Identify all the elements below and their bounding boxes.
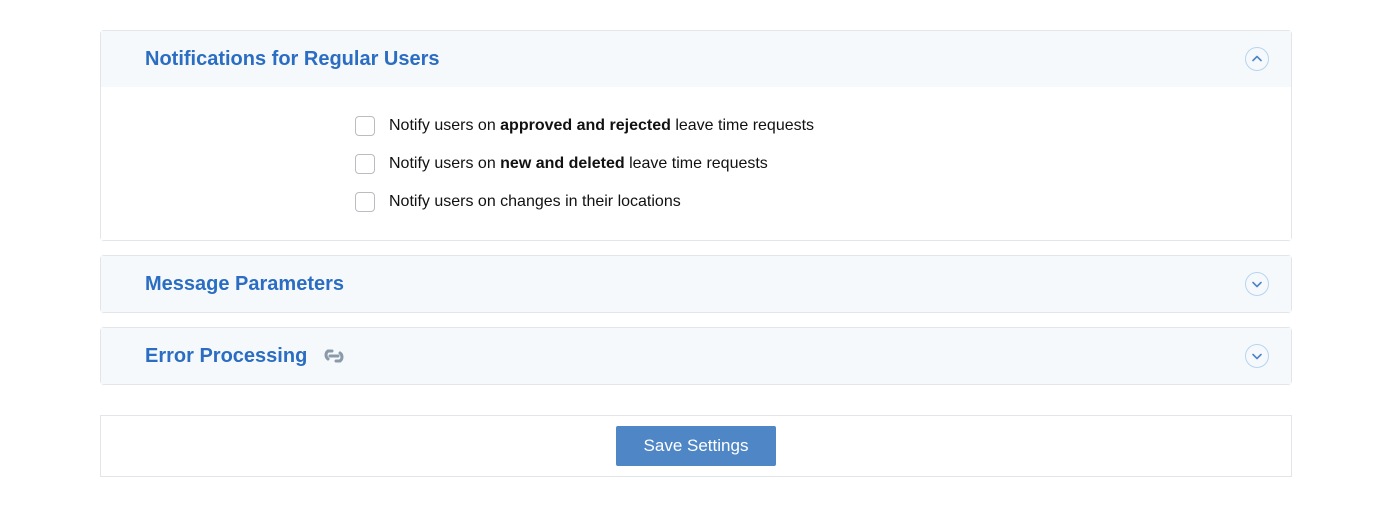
checkbox-notify-new-deleted[interactable] <box>355 154 375 174</box>
label-part-bold: new and deleted <box>500 155 624 172</box>
label-part: leave time requests <box>671 117 814 134</box>
panel-notifications: Notifications for Regular Users Notify u… <box>100 30 1292 241</box>
label-part-bold: approved and rejected <box>500 117 671 134</box>
panel-title-notifications: Notifications for Regular Users <box>145 48 440 71</box>
checkbox-notify-location-changes[interactable] <box>355 192 375 212</box>
chevron-down-icon[interactable] <box>1245 344 1269 368</box>
label-notify-location-changes: Notify users on changes in their locatio… <box>389 193 681 211</box>
notify-new-deleted-row: Notify users on new and deleted leave ti… <box>355 154 1269 174</box>
save-settings-button[interactable]: Save Settings <box>616 426 777 466</box>
panel-body-notifications: Notify users on approved and rejected le… <box>101 87 1291 240</box>
chevron-up-icon[interactable] <box>1245 47 1269 71</box>
notify-location-changes-row: Notify users on changes in their locatio… <box>355 192 1269 212</box>
notify-approved-rejected-row: Notify users on approved and rejected le… <box>355 116 1269 136</box>
panel-header-notifications[interactable]: Notifications for Regular Users <box>101 31 1291 87</box>
panel-title-error-processing: Error Processing <box>145 344 347 368</box>
panel-message-parameters: Message Parameters <box>100 255 1292 313</box>
panel-title-message-parameters: Message Parameters <box>145 273 344 296</box>
label-part: Notify users on <box>389 155 500 172</box>
label-part: leave time requests <box>625 155 768 172</box>
footer-bar: Save Settings <box>100 415 1292 477</box>
label-notify-new-deleted: Notify users on new and deleted leave ti… <box>389 155 768 173</box>
label-notify-approved-rejected: Notify users on approved and rejected le… <box>389 117 814 135</box>
chevron-down-icon[interactable] <box>1245 272 1269 296</box>
panel-header-error-processing[interactable]: Error Processing <box>101 328 1291 384</box>
panel-error-processing: Error Processing <box>100 327 1292 385</box>
label-part: Notify users on changes in their locatio… <box>389 193 681 210</box>
panel-header-message-parameters[interactable]: Message Parameters <box>101 256 1291 312</box>
label-part: Notify users on <box>389 117 500 134</box>
link-icon[interactable] <box>321 344 347 368</box>
checkbox-notify-approved-rejected[interactable] <box>355 116 375 136</box>
panel-title-text: Error Processing <box>145 345 307 368</box>
